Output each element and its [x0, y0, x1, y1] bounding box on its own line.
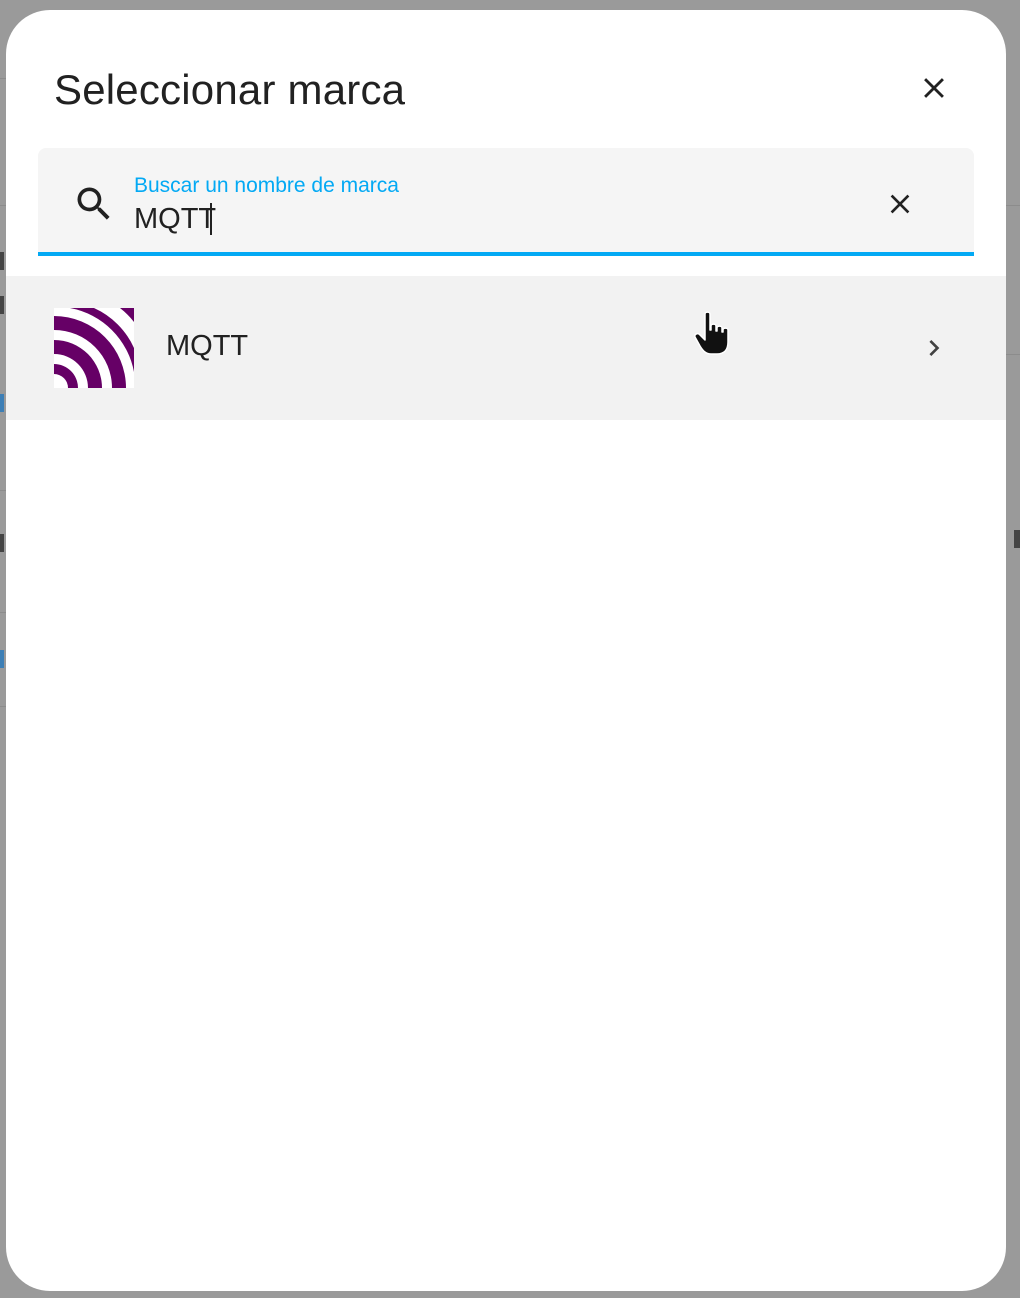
background-link-fragment — [0, 394, 4, 412]
select-brand-dialog: Seleccionar marca Buscar un nombre de ma… — [6, 10, 1006, 1291]
brand-search-input[interactable] — [132, 200, 836, 238]
text-caret — [210, 203, 212, 235]
dialog-title: Seleccionar marca — [54, 66, 406, 113]
clear-search-button[interactable] — [876, 180, 924, 228]
background-text-fragment — [1014, 530, 1020, 548]
background-text-fragment — [0, 534, 4, 552]
background-divider — [1006, 205, 1020, 206]
mqtt-logo — [54, 308, 134, 388]
close-dialog-button[interactable] — [906, 60, 962, 116]
background-divider — [1006, 354, 1020, 355]
close-icon — [890, 194, 910, 214]
background-link-fragment — [0, 650, 4, 668]
background-text-fragment — [0, 296, 4, 314]
chevron-right-icon — [929, 340, 940, 356]
magnify-icon — [77, 187, 110, 220]
search-field-label: Buscar un nombre de marca — [134, 174, 399, 197]
brand-name-label: MQTT — [166, 330, 249, 362]
background-text-fragment — [0, 252, 4, 270]
brand-list-item-mqtt[interactable]: MQTT — [6, 276, 1006, 420]
brand-search-field[interactable]: Buscar un nombre de marca — [38, 148, 974, 256]
close-icon — [924, 78, 944, 98]
